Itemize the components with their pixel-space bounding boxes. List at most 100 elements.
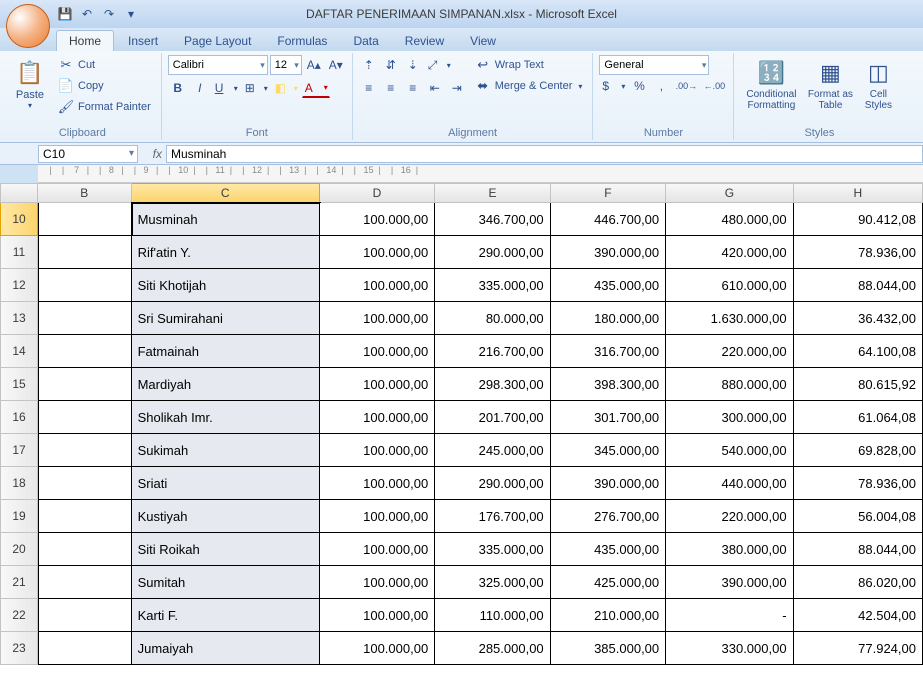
- cell[interactable]: [38, 236, 132, 269]
- cell[interactable]: 210.000,00: [551, 599, 666, 632]
- cell[interactable]: 64.100,08: [794, 335, 923, 368]
- cell[interactable]: 176.700,00: [435, 500, 550, 533]
- cell[interactable]: 316.700,00: [551, 335, 666, 368]
- row-header-22[interactable]: 22: [0, 599, 38, 632]
- fx-icon[interactable]: fx: [142, 147, 166, 161]
- cell[interactable]: 298.300,00: [435, 368, 550, 401]
- cell[interactable]: 390.000,00: [551, 236, 666, 269]
- grow-font-button[interactable]: A▴: [304, 55, 324, 75]
- cell[interactable]: 100.000,00: [320, 401, 435, 434]
- tab-view[interactable]: View: [458, 31, 508, 51]
- cell[interactable]: [38, 533, 132, 566]
- cell[interactable]: 100.000,00: [320, 269, 435, 302]
- cell[interactable]: 100.000,00: [320, 203, 435, 236]
- cell[interactable]: 220.000,00: [666, 500, 793, 533]
- cell[interactable]: Musminah: [132, 203, 320, 236]
- cell[interactable]: Sri Sumirahani: [132, 302, 320, 335]
- font-size-combo[interactable]: 12: [270, 55, 302, 75]
- format-as-table-button[interactable]: ▦Format as Table: [806, 55, 854, 126]
- row-header-21[interactable]: 21: [0, 566, 38, 599]
- cell[interactable]: 78.936,00: [794, 236, 923, 269]
- cell[interactable]: [38, 269, 132, 302]
- align-bottom-button[interactable]: ⇣: [403, 55, 423, 75]
- cell[interactable]: 42.504,00: [794, 599, 923, 632]
- cell[interactable]: 1.630.000,00: [666, 302, 793, 335]
- cell[interactable]: 100.000,00: [320, 632, 435, 665]
- column-header-F[interactable]: F: [551, 183, 666, 203]
- column-header-B[interactable]: B: [38, 183, 132, 203]
- tab-data[interactable]: Data: [341, 31, 390, 51]
- cell[interactable]: 88.044,00: [794, 269, 923, 302]
- cell[interactable]: 100.000,00: [320, 335, 435, 368]
- underline-button[interactable]: U: [212, 78, 240, 98]
- shrink-font-button[interactable]: A▾: [326, 55, 346, 75]
- increase-decimal-button[interactable]: .00→: [673, 76, 699, 96]
- cell[interactable]: 390.000,00: [666, 566, 793, 599]
- align-middle-button[interactable]: ⇵: [381, 55, 401, 75]
- cell[interactable]: 398.300,00: [551, 368, 666, 401]
- cell[interactable]: Kustiyah: [132, 500, 320, 533]
- cell[interactable]: Mardiyah: [132, 368, 320, 401]
- row-header-18[interactable]: 18: [0, 467, 38, 500]
- cell[interactable]: [38, 368, 132, 401]
- column-header-D[interactable]: D: [320, 183, 435, 203]
- row-header-19[interactable]: 19: [0, 500, 38, 533]
- row-header-12[interactable]: 12: [0, 269, 38, 302]
- cell[interactable]: Sumitah: [132, 566, 320, 599]
- cell[interactable]: 325.000,00: [435, 566, 550, 599]
- cell[interactable]: Sriati: [132, 467, 320, 500]
- cell[interactable]: 480.000,00: [666, 203, 793, 236]
- save-icon[interactable]: 💾: [56, 5, 74, 23]
- cell[interactable]: 420.000,00: [666, 236, 793, 269]
- conditional-formatting-button[interactable]: 🔢Conditional Formatting: [740, 55, 802, 126]
- cell[interactable]: 100.000,00: [320, 500, 435, 533]
- align-left-button[interactable]: ≡: [359, 78, 379, 98]
- cell[interactable]: 61.064,08: [794, 401, 923, 434]
- align-top-button[interactable]: ⇡: [359, 55, 379, 75]
- row-header-23[interactable]: 23: [0, 632, 38, 665]
- column-header-H[interactable]: H: [794, 183, 923, 203]
- cell[interactable]: [38, 434, 132, 467]
- cell[interactable]: [38, 566, 132, 599]
- paste-button[interactable]: 📋 Paste ▾: [10, 55, 50, 126]
- cell[interactable]: [38, 467, 132, 500]
- row-header-17[interactable]: 17: [0, 434, 38, 467]
- cell[interactable]: 345.000,00: [551, 434, 666, 467]
- name-box[interactable]: C10: [38, 145, 138, 163]
- cell[interactable]: [38, 302, 132, 335]
- cell[interactable]: 86.020,00: [794, 566, 923, 599]
- qat-more-icon[interactable]: ▾: [122, 5, 140, 23]
- cell[interactable]: 100.000,00: [320, 599, 435, 632]
- cell[interactable]: 440.000,00: [666, 467, 793, 500]
- formula-input[interactable]: Musminah: [166, 145, 923, 163]
- row-header-20[interactable]: 20: [0, 533, 38, 566]
- wrap-text-button[interactable]: ↩Wrap Text: [471, 55, 587, 75]
- cell[interactable]: [38, 500, 132, 533]
- cell[interactable]: 346.700,00: [435, 203, 550, 236]
- cell[interactable]: 100.000,00: [320, 368, 435, 401]
- cell[interactable]: 88.044,00: [794, 533, 923, 566]
- cell[interactable]: 100.000,00: [320, 467, 435, 500]
- cell[interactable]: 80.000,00: [435, 302, 550, 335]
- column-header-G[interactable]: G: [666, 183, 793, 203]
- fill-color-button[interactable]: ◧: [272, 78, 300, 98]
- cell[interactable]: 300.000,00: [666, 401, 793, 434]
- cell[interactable]: 77.924,00: [794, 632, 923, 665]
- orientation-button[interactable]: ⤢: [425, 55, 453, 75]
- cell[interactable]: Jumaiyah: [132, 632, 320, 665]
- cell[interactable]: Sukimah: [132, 434, 320, 467]
- undo-icon[interactable]: ↶: [78, 5, 96, 23]
- cell[interactable]: 110.000,00: [435, 599, 550, 632]
- cell[interactable]: 180.000,00: [551, 302, 666, 335]
- cell[interactable]: 100.000,00: [320, 302, 435, 335]
- tab-review[interactable]: Review: [393, 31, 456, 51]
- cell[interactable]: 301.700,00: [551, 401, 666, 434]
- tab-insert[interactable]: Insert: [116, 31, 170, 51]
- currency-button[interactable]: $: [599, 76, 627, 96]
- cell[interactable]: 380.000,00: [666, 533, 793, 566]
- cell[interactable]: 100.000,00: [320, 533, 435, 566]
- cell[interactable]: 285.000,00: [435, 632, 550, 665]
- row-header-15[interactable]: 15: [0, 368, 38, 401]
- font-color-button[interactable]: A: [302, 78, 330, 98]
- cell[interactable]: 36.432,00: [794, 302, 923, 335]
